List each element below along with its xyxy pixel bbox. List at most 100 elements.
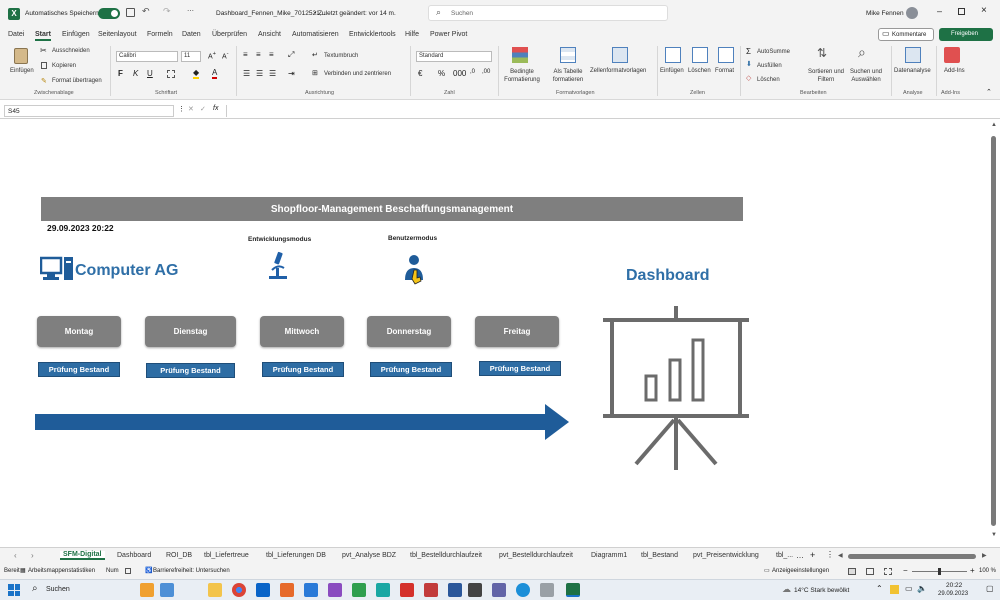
sort-filter-button[interactable]: Sortieren und Filtern (806, 68, 846, 84)
word-icon[interactable] (448, 583, 462, 597)
font-color-icon[interactable]: A (212, 68, 218, 79)
app-icon-teal[interactable] (376, 583, 390, 597)
bold-icon[interactable]: F (118, 69, 123, 78)
menu-ueberpruefen[interactable]: Überprüfen (212, 31, 247, 38)
zoom-in-icon[interactable]: + (970, 566, 975, 575)
delete-cells-icon[interactable] (692, 47, 708, 63)
next-sheet-icon[interactable]: › (31, 551, 34, 560)
taskbar-search[interactable]: Suchen (46, 586, 70, 593)
autosum-button[interactable]: AutoSumme (757, 49, 790, 55)
align-center-icon[interactable]: ☰ (256, 69, 263, 78)
tray-chevron-icon[interactable]: ⌃ (876, 584, 883, 593)
macro-record-icon[interactable] (125, 568, 131, 574)
indent-icon[interactable]: ⇥ (288, 69, 295, 78)
align-left-icon[interactable]: ☰ (243, 69, 250, 78)
normal-view-icon[interactable] (848, 568, 856, 575)
conditional-format-button[interactable]: Bedingte Formatierung (502, 68, 542, 84)
accessibility-status[interactable]: Barrierefreiheit: Untersuchen (153, 568, 230, 574)
wrap-text-button[interactable]: Textumbruch (324, 53, 358, 59)
sheet-tab-bestand[interactable]: tbl_Bestand (641, 552, 678, 559)
menu-power-pivot[interactable]: Power Pivot (430, 31, 467, 38)
widget-app-icon[interactable] (140, 583, 154, 597)
menu-datei[interactable]: Datei (8, 31, 24, 38)
addins-button[interactable]: Add-Ins (944, 68, 965, 74)
minimize-icon[interactable]: – (937, 6, 942, 16)
prev-sheet-icon[interactable]: ‹ (14, 551, 17, 560)
quick-access-more-icon[interactable]: ⋯ (187, 7, 194, 15)
align-right-icon[interactable]: ☰ (269, 69, 276, 78)
microscope-icon[interactable] (266, 250, 290, 282)
clock-date[interactable]: 29.09.2023 (938, 591, 968, 597)
task-view-icon[interactable] (160, 583, 174, 597)
delete-cells-button[interactable]: Löschen (688, 68, 711, 74)
scroll-up-icon[interactable]: ▲ (991, 122, 997, 128)
menu-hilfe[interactable]: Hilfe (405, 31, 419, 38)
check-stock-button-dienstag[interactable]: Prüfung Bestand (146, 363, 235, 378)
enter-icon[interactable]: ✓ (200, 105, 206, 113)
cell-styles-button[interactable]: Zellenformatvorlagen (590, 68, 646, 74)
edge-icon[interactable] (516, 583, 530, 597)
file-explorer-icon[interactable] (208, 583, 222, 597)
data-analysis-icon[interactable] (905, 47, 921, 63)
zoom-slider-thumb[interactable] (938, 568, 941, 575)
horizontal-scroll-thumb[interactable] (848, 554, 976, 559)
day-button-mittwoch[interactable]: Mittwoch (260, 316, 344, 347)
find-select-button[interactable]: Suchen und Auswählen (846, 68, 886, 84)
cancel-icon[interactable]: ✕ (188, 105, 194, 113)
menu-entwicklertools[interactable]: Entwicklertools (349, 31, 396, 38)
menu-daten[interactable]: Daten (182, 31, 201, 38)
name-box[interactable]: S45 (4, 105, 174, 117)
close-icon[interactable]: × (981, 5, 987, 16)
grow-font-icon[interactable]: A+ (208, 51, 216, 60)
shrink-font-icon[interactable]: A- (222, 51, 229, 60)
acrobat-icon[interactable] (400, 583, 414, 597)
format-cells-button[interactable]: Format (715, 68, 734, 74)
user-mode-icon[interactable] (402, 252, 428, 286)
day-button-montag[interactable]: Montag (37, 316, 121, 347)
format-painter-button[interactable]: Format übertragen (52, 78, 102, 84)
zoom-level[interactable]: 100 % (979, 568, 996, 574)
name-box-dropdown-icon[interactable]: ⋮ (178, 105, 185, 113)
border-icon[interactable] (167, 70, 175, 78)
scroll-left-icon[interactable]: ◀ (838, 552, 843, 559)
menu-einfuegen[interactable]: Einfügen (62, 31, 90, 38)
format-cells-icon[interactable] (718, 47, 734, 63)
percent-icon[interactable]: % (438, 69, 445, 78)
chrome-icon[interactable] (232, 583, 246, 597)
teams-icon[interactable] (492, 583, 506, 597)
sheet-tab-bestelldurchlaufzeit[interactable]: tbl_Bestelldurchlaufzeit (410, 552, 482, 559)
underline-icon[interactable]: U (147, 69, 153, 78)
horizontal-scrollbar[interactable]: ◀ ▶ (838, 553, 990, 560)
fx-icon[interactable]: fx (213, 105, 218, 112)
zoom-slider[interactable] (912, 568, 967, 575)
windows-start-icon[interactable] (8, 584, 20, 596)
share-button[interactable]: Freigeben (939, 28, 993, 41)
app-icon-blue[interactable] (304, 583, 318, 597)
app-icon-orange[interactable] (280, 583, 294, 597)
merge-center-button[interactable]: Verbinden und zentrieren (324, 71, 391, 77)
zoom-out-icon[interactable]: − (903, 566, 908, 575)
excel-taskbar-icon[interactable] (566, 583, 580, 597)
volume-icon[interactable]: 🔈 (917, 584, 927, 593)
add-sheet-icon[interactable]: + (810, 550, 815, 560)
sheet-tab-more[interactable]: tbl_... (776, 552, 793, 559)
format-as-table-button[interactable]: Als Tabelle formatieren (548, 68, 588, 84)
app-icon-purple[interactable] (328, 583, 342, 597)
workbook-stats[interactable]: Arbeitsmappenstatistiken (28, 568, 95, 574)
sheet-tab-dashboard[interactable]: Dashboard (117, 552, 151, 559)
tray-app-icon[interactable] (890, 585, 899, 594)
paste-label[interactable]: Einfügen (10, 68, 34, 74)
autosave-toggle[interactable] (98, 8, 120, 19)
fill-button[interactable]: Ausfüllen (757, 63, 782, 69)
align-top-icon[interactable]: ≡ (243, 50, 248, 59)
day-button-donnerstag[interactable]: Donnerstag (367, 316, 451, 347)
outlook-icon[interactable] (256, 583, 270, 597)
avatar[interactable] (906, 7, 918, 19)
redo-icon[interactable]: ↷ (163, 6, 171, 17)
sheet-tab-preisentwicklung[interactable]: pvt_Preisentwicklung (693, 552, 759, 559)
paste-icon[interactable] (14, 48, 28, 64)
sheet-tab-diagramm1[interactable]: Diagramm1 (591, 552, 627, 559)
check-stock-button-mittwoch[interactable]: Prüfung Bestand (262, 362, 344, 377)
conditional-format-icon[interactable] (512, 47, 528, 63)
maximize-icon[interactable] (958, 8, 965, 15)
